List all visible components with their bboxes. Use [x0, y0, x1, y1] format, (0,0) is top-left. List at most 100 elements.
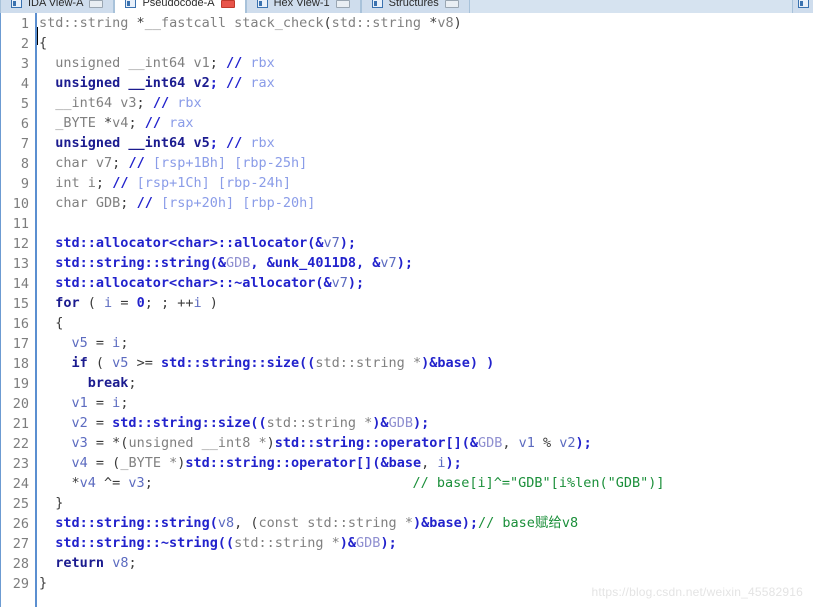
- line-number: 11: [12, 216, 29, 232]
- code-token: *(: [112, 435, 129, 451]
- code-line[interactable]: unsigned __int64 v2; // rax: [39, 73, 813, 93]
- code-token: v7: [95, 155, 113, 171]
- code-token: v8: [112, 555, 129, 571]
- code-token: ;: [128, 375, 137, 391]
- line-number: 13: [12, 256, 29, 272]
- code-token: , &: [250, 255, 275, 271]
- line-number: 28: [12, 556, 29, 572]
- code-line[interactable]: {: [39, 33, 813, 53]
- code-token: std::string::string: [55, 515, 210, 531]
- code-line[interactable]: std::string::~string((std::string *)&GDB…: [39, 533, 813, 553]
- code-token: v7: [323, 235, 340, 251]
- code-line[interactable]: std::allocator<char>::~allocator(&v7);: [39, 273, 813, 293]
- code-line[interactable]: v4 = (_BYTE *)std::string::operator[](&b…: [39, 453, 813, 473]
- code-token: (: [209, 515, 218, 531]
- code-token: ((: [217, 535, 235, 551]
- code-token: v1: [71, 395, 88, 411]
- line-number: 4: [20, 76, 29, 92]
- line-number: 12: [12, 236, 29, 252]
- code-line[interactable]: char v7; // [rsp+1Bh] [rbp-25h]: [39, 153, 813, 173]
- code-token: (: [79, 295, 105, 311]
- code-line[interactable]: v2 = std::string::size((std::string *)&G…: [39, 413, 813, 433]
- code-line[interactable]: std::string::string(&GDB, &unk_4011D8, &…: [39, 253, 813, 273]
- code-token: ((: [250, 415, 267, 431]
- line-number: 7: [20, 136, 29, 152]
- code-token: std::string::operator[]: [274, 435, 462, 451]
- code-token: std::string::size: [112, 415, 251, 431]
- tab-hex-view-1[interactable]: Hex View-1: [245, 0, 361, 13]
- code-token: std::string::string: [55, 255, 210, 271]
- code-line[interactable]: std::allocator<char>::allocator(&v7);: [39, 233, 813, 253]
- code-token: )&: [372, 415, 389, 431]
- code-line[interactable]: unsigned __int64 v1; // rbx: [39, 53, 813, 73]
- code-token: rax: [250, 75, 275, 91]
- code-line[interactable]: *v4 ^= v3; // base[i]^="GDB"[i%len("GDB")…: [39, 473, 813, 493]
- close-icon[interactable]: [89, 0, 104, 8]
- code-token: ;: [209, 75, 218, 91]
- close-icon[interactable]: [220, 0, 235, 8]
- code-line[interactable]: return v8;: [39, 553, 813, 573]
- code-token: //: [120, 155, 153, 171]
- code-line[interactable]: if ( v5 >= std::string::size((std::strin…: [39, 353, 813, 373]
- code-line[interactable]: }: [39, 493, 813, 513]
- code-line[interactable]: v1 = i;: [39, 393, 813, 413]
- code-line[interactable]: std::string::string(v8, (const std::stri…: [39, 513, 813, 533]
- code-token: _BYTE: [39, 115, 105, 131]
- code-line[interactable]: v5 = i;: [39, 333, 813, 353]
- code-token: base: [429, 515, 462, 531]
- close-icon[interactable]: [444, 0, 459, 8]
- code-token: rax: [169, 115, 194, 131]
- code-token: GDB: [95, 195, 121, 211]
- code-line[interactable]: v3 = *(unsigned __int8 *)std::string::op…: [39, 433, 813, 453]
- code-token: std::string::~string: [55, 535, 218, 551]
- pseudocode-pane[interactable]: 1 2 3 4 5 6 7 8 9 10 11 12 13 14 15 16 17 18 19 20 21 22 23 24 2…: [0, 13, 813, 607]
- code-token: );: [339, 235, 357, 251]
- tab-structures[interactable]: Structures: [360, 0, 470, 13]
- code-line[interactable]: [39, 213, 813, 233]
- code-line[interactable]: for ( i = 0; ; ++i ): [39, 293, 813, 313]
- line-number: 3: [20, 56, 29, 72]
- code-token: std::string: [234, 535, 332, 551]
- code-line[interactable]: __int64 v3; // rbx: [39, 93, 813, 113]
- code-token: v4: [112, 115, 129, 131]
- code-token: base: [437, 355, 470, 371]
- code-token: ;: [144, 475, 153, 491]
- code-line[interactable]: _BYTE *v4; // rax: [39, 113, 813, 133]
- code-token: const std::string: [258, 515, 405, 531]
- code-token: //: [128, 195, 161, 211]
- code-line[interactable]: break;: [39, 373, 813, 393]
- document-icon: [11, 0, 22, 8]
- tab-overflow-button[interactable]: [792, 0, 813, 13]
- code-token: =: [87, 415, 113, 431]
- code-line[interactable]: char GDB; // [rsp+20h] [rbp-20h]: [39, 193, 813, 213]
- code-token: v1: [193, 55, 210, 71]
- code-token: v7: [380, 255, 397, 271]
- code-token: rbx: [177, 95, 202, 111]
- code-text-area[interactable]: std::string *__fastcall stack_check(std:…: [39, 13, 813, 607]
- document-icon: [256, 0, 268, 8]
- code-token: v3: [128, 475, 145, 491]
- watermark: https://blog.csdn.net/weixin_45582916: [591, 585, 803, 599]
- tab-ida-view-a[interactable]: IDA View-A: [0, 0, 115, 13]
- close-icon[interactable]: [335, 0, 350, 8]
- code-token: GDB: [356, 535, 381, 551]
- code-token: ((: [299, 355, 316, 371]
- code-line[interactable]: std::string *__fastcall stack_check(std:…: [39, 13, 813, 33]
- code-token: ;: [120, 395, 129, 411]
- tab-pseudocode-a[interactable]: Pseudocode-A: [114, 0, 246, 13]
- line-number: 22: [12, 436, 29, 452]
- tab-label: Hex View-1: [273, 0, 330, 9]
- code-token: )&: [339, 535, 357, 551]
- code-line[interactable]: int i; // [rsp+1Ch] [rbp-24h]: [39, 173, 813, 193]
- code-line[interactable]: {: [39, 313, 813, 333]
- line-number: 21: [12, 416, 29, 432]
- code-token: v5: [193, 135, 210, 151]
- code-line[interactable]: unsigned __int64 v5; // rbx: [39, 133, 813, 153]
- line-number: 29: [12, 576, 29, 592]
- line-number: 9: [20, 176, 29, 192]
- line-number: 16: [12, 316, 29, 332]
- line-number: 17: [12, 336, 29, 352]
